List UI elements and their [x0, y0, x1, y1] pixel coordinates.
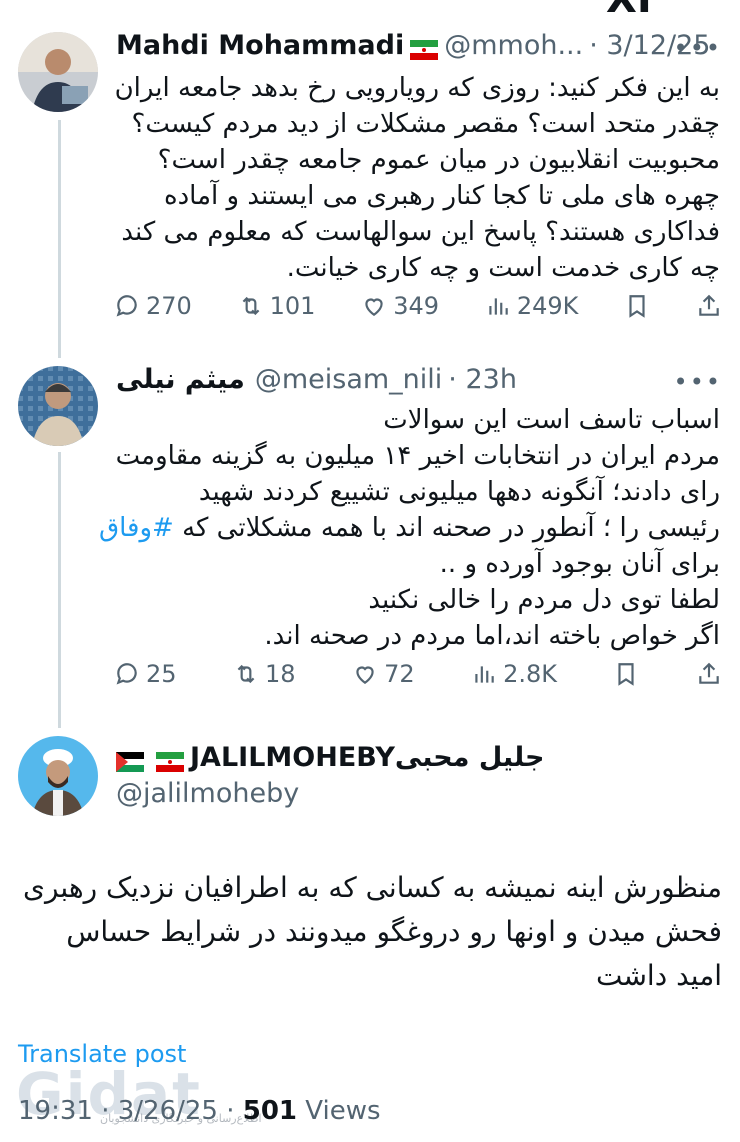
tweet-header: Mahdi Mohammadi @mmoh... · 3/12/25 [116, 30, 710, 61]
avatar[interactable] [18, 736, 98, 816]
share-button[interactable] [696, 661, 722, 687]
bookmark-button[interactable] [613, 661, 639, 687]
like-button[interactable]: 349 [361, 292, 439, 320]
like-icon [356, 666, 374, 684]
repost-count: 18 [265, 660, 296, 688]
views-icon [475, 666, 494, 683]
views-icon [489, 298, 508, 315]
like-icon [365, 298, 383, 316]
bookmark-button[interactable] [624, 293, 650, 319]
views-button[interactable]: 2.8K [471, 660, 557, 688]
app-logo-cut: XI [606, 0, 652, 22]
more-icon[interactable]: ••• [674, 34, 722, 62]
tweet-text: اسباب تاسف است این سوالات مردم ایران در … [98, 405, 720, 651]
reply-count: 25 [146, 660, 177, 688]
share-icon [699, 294, 719, 316]
post-time[interactable]: · 23h [448, 364, 517, 395]
bookmark-icon [629, 295, 645, 318]
reply-icon [116, 663, 137, 685]
repost-button[interactable]: 18 [233, 660, 296, 688]
tweet-header: میثم نیلی @meisam_nili · 23h [116, 364, 517, 395]
views-count: 2.8K [503, 660, 557, 688]
author-name[interactable]: Mahdi Mohammadi [116, 30, 404, 61]
author-handle[interactable]: @meisam_nili [255, 364, 442, 395]
like-count: 72 [384, 660, 415, 688]
thread-line [58, 120, 61, 358]
views-label: Views [297, 1096, 381, 1126]
avatar[interactable] [18, 32, 98, 112]
repost-count: 101 [269, 292, 316, 320]
hashtag-link[interactable]: #وفاق [99, 513, 174, 543]
reply-count: 270 [146, 292, 192, 320]
views-total: 501 [242, 1096, 298, 1126]
author-name[interactable]: جلیل محبیJALILMOHEBY [190, 742, 544, 773]
palestine-flag-icon [116, 748, 144, 772]
bookmark-icon [618, 663, 635, 686]
views-button[interactable]: 249K [485, 292, 579, 320]
reply-icon [116, 295, 137, 317]
post-timestamp[interactable]: 19:31 · 3/26/25 · [18, 1096, 243, 1126]
repost-icon [237, 664, 255, 684]
main-author-header: جلیل محبیJALILMOHEBY [116, 742, 544, 773]
post-meta: 19:31 · 3/26/25 · 501 Views [18, 1096, 381, 1126]
reply-button[interactable]: 25 [114, 660, 177, 688]
like-count: 349 [393, 292, 440, 320]
more-icon[interactable]: ••• [674, 368, 722, 396]
tweet-actions: 270 101 349 249K [114, 292, 722, 320]
author-name[interactable]: میثم نیلی [116, 364, 245, 395]
avatar[interactable] [18, 366, 98, 446]
iran-flag-icon [410, 36, 439, 60]
share-button[interactable] [696, 293, 722, 319]
tweet-actions: 25 18 72 2.8K [114, 660, 722, 688]
views-count: 249K [516, 292, 579, 320]
reply-button[interactable]: 270 [114, 292, 192, 320]
iran-flag-icon [156, 748, 184, 772]
author-handle[interactable]: @jalilmoheby [116, 778, 299, 809]
repost-button[interactable]: 101 [238, 292, 316, 320]
author-handle[interactable]: @mmoh... [444, 30, 583, 61]
tweet-text: به این فکر کنید: روزی که رویارویی رخ بده… [114, 73, 720, 283]
thread-line [58, 452, 61, 728]
like-button[interactable]: 72 [352, 660, 415, 688]
main-tweet-text: منظورش اینه نمیشه به کسانی که به اطرافیا… [23, 871, 722, 992]
repost-icon [242, 296, 259, 316]
share-icon [699, 662, 719, 684]
